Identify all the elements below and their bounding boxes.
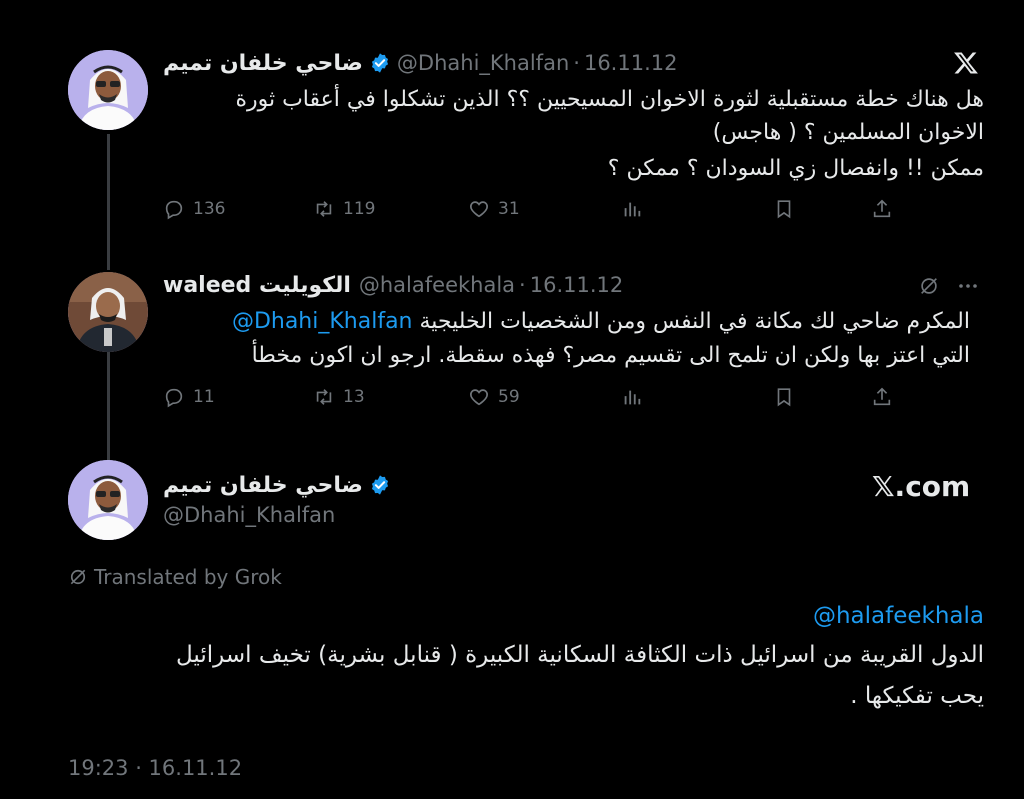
views-button[interactable] — [621, 198, 643, 220]
thread-line — [107, 352, 110, 462]
main-tweet-line-1: الدول القريبة من اسرائيل ذات الكثافة الس… — [176, 642, 984, 668]
reply-icon — [165, 200, 183, 220]
repost-count: 119 — [343, 199, 376, 219]
tweet-2-header: waleed الكويليت @halafeekhala · 16.11.12 — [163, 270, 623, 300]
main-tweet-line-2: يحب تفكيكها . — [850, 683, 984, 709]
tweet-2-line-1: المكرم ضاحي لك مكانة في النفس ومن الشخصي… — [232, 306, 970, 338]
display-name[interactable]: ضاحي خلفان تميم — [163, 473, 363, 498]
reply-button[interactable]: 11 — [163, 386, 215, 408]
handle[interactable]: @Dhahi_Khalfan — [163, 503, 335, 527]
reply-count: 11 — [193, 387, 215, 407]
timestamp[interactable]: 19:23 · 16.11.12 — [68, 756, 242, 780]
handle[interactable]: @halafeekhala — [359, 273, 515, 297]
mention-link[interactable]: @Dhahi_Khalfan — [232, 309, 413, 334]
main-tweet-header: ضاحي خلفان تميم — [163, 470, 397, 500]
reply-count: 136 — [193, 199, 226, 219]
share-button[interactable] — [871, 198, 893, 220]
repost-icon — [316, 389, 332, 405]
verified-badge-icon — [371, 475, 388, 495]
views-icon — [624, 390, 641, 405]
display-name[interactable]: waleed الكويليت — [163, 273, 351, 298]
translated-label: Translated by Grok — [94, 565, 282, 589]
repost-button[interactable]: 119 — [313, 198, 375, 220]
avatar[interactable] — [68, 460, 148, 540]
like-count: 31 — [498, 199, 520, 219]
bookmark-icon — [777, 388, 791, 407]
verified-badge-icon — [371, 53, 388, 73]
tweet-1-actions: 136 119 31 — [163, 198, 898, 228]
repost-icon — [316, 201, 332, 217]
separator-dot: · — [573, 51, 580, 75]
translated-by-grok[interactable]: Translated by Grok — [68, 564, 282, 590]
tweet-1-line-3: ممكن !! وانفصال زي السودان ؟ ممكن ؟ — [607, 156, 984, 181]
tweet-2-actions: 11 13 59 — [163, 386, 898, 416]
grok-icon[interactable] — [918, 275, 940, 297]
like-count: 59 — [498, 387, 520, 407]
share-icon — [873, 199, 891, 218]
avatar[interactable] — [68, 272, 148, 352]
like-icon — [470, 201, 488, 218]
tweet-1-line-2: الاخوان المسلمين ؟ ( هاجس) — [712, 120, 984, 145]
handle[interactable]: @Dhahi_Khalfan — [397, 51, 569, 75]
bookmark-button[interactable] — [773, 386, 795, 408]
display-name[interactable]: ضاحي خلفان تميم — [163, 51, 363, 76]
share-button[interactable] — [871, 386, 893, 408]
repost-count: 13 — [343, 387, 365, 407]
x-logo-icon[interactable] — [953, 50, 979, 76]
separator-dot: · — [519, 273, 526, 297]
grok-icon — [70, 569, 86, 585]
thread-line — [107, 134, 110, 270]
tweet-1-line-1: هل هناك خطة مستقبلية لثورة الاخوان المسي… — [235, 87, 984, 112]
share-icon — [873, 387, 891, 406]
tweet-2-text: المكرم ضاحي لك مكانة في النفس ومن الشخصي… — [419, 309, 971, 334]
bookmark-icon — [777, 200, 791, 219]
views-icon — [624, 202, 641, 217]
more-icon[interactable] — [956, 274, 980, 298]
avatar-image — [68, 272, 148, 352]
tweet-1-header: ضاحي خلفان تميم @Dhahi_Khalfan · 16.11.1… — [163, 48, 677, 78]
reply-icon — [165, 388, 183, 408]
mention-link[interactable]: @halafeekhala — [813, 600, 984, 632]
tweet-date[interactable]: 16.11.12 — [530, 273, 624, 297]
tweet-2-line-2: التي اعتز بها ولكن ان تلمح الى تقسيم مصر… — [251, 343, 970, 368]
repost-button[interactable]: 13 — [313, 386, 365, 408]
x-com-watermark: 𝕏.com — [872, 470, 971, 503]
like-button[interactable]: 31 — [468, 198, 520, 220]
avatar[interactable] — [68, 50, 148, 130]
reply-button[interactable]: 136 — [163, 198, 225, 220]
views-button[interactable] — [621, 386, 643, 408]
like-icon — [470, 389, 488, 406]
bookmark-button[interactable] — [773, 198, 795, 220]
like-button[interactable]: 59 — [468, 386, 520, 408]
avatar-image — [68, 460, 148, 540]
avatar-image — [68, 50, 148, 130]
tweet-date[interactable]: 16.11.12 — [584, 51, 678, 75]
